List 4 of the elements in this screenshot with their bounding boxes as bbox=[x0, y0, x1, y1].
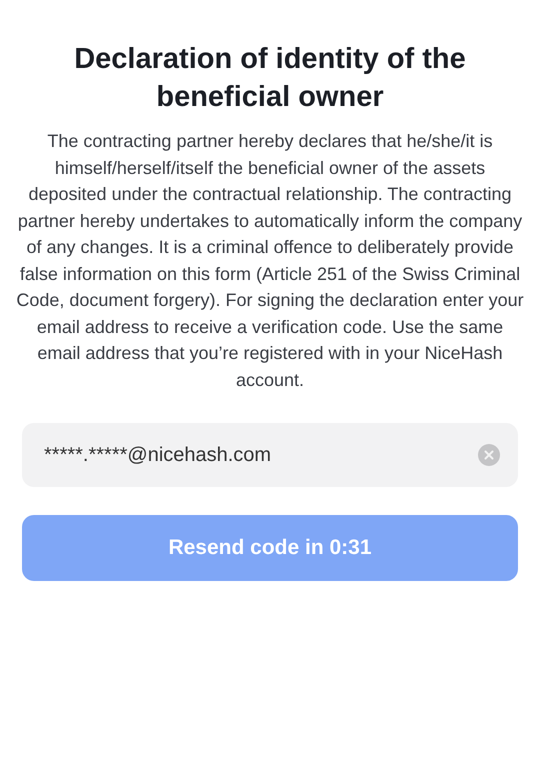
email-field[interactable]: *****.*****@nicehash.com bbox=[22, 423, 518, 487]
clear-icon[interactable] bbox=[478, 444, 500, 466]
description-text: The contracting partner hereby declares that he/she/it is himself/herself/itself the beneficial owner of the assets deposited under the contractual relationship. The contracting partner hereby undertakes to automatically inform the company of any changes. It is a criminal offence to deliberately provide false information on this form (Article 251 of the Swiss Criminal Code, document forgery). For signing the declaration enter your email address to receive a verification code. Use the same email address that you’re registered with in your NiceHash account. bbox=[16, 130, 524, 392]
page-title: Declaration of identity of the beneficial owner bbox=[73, 42, 467, 115]
